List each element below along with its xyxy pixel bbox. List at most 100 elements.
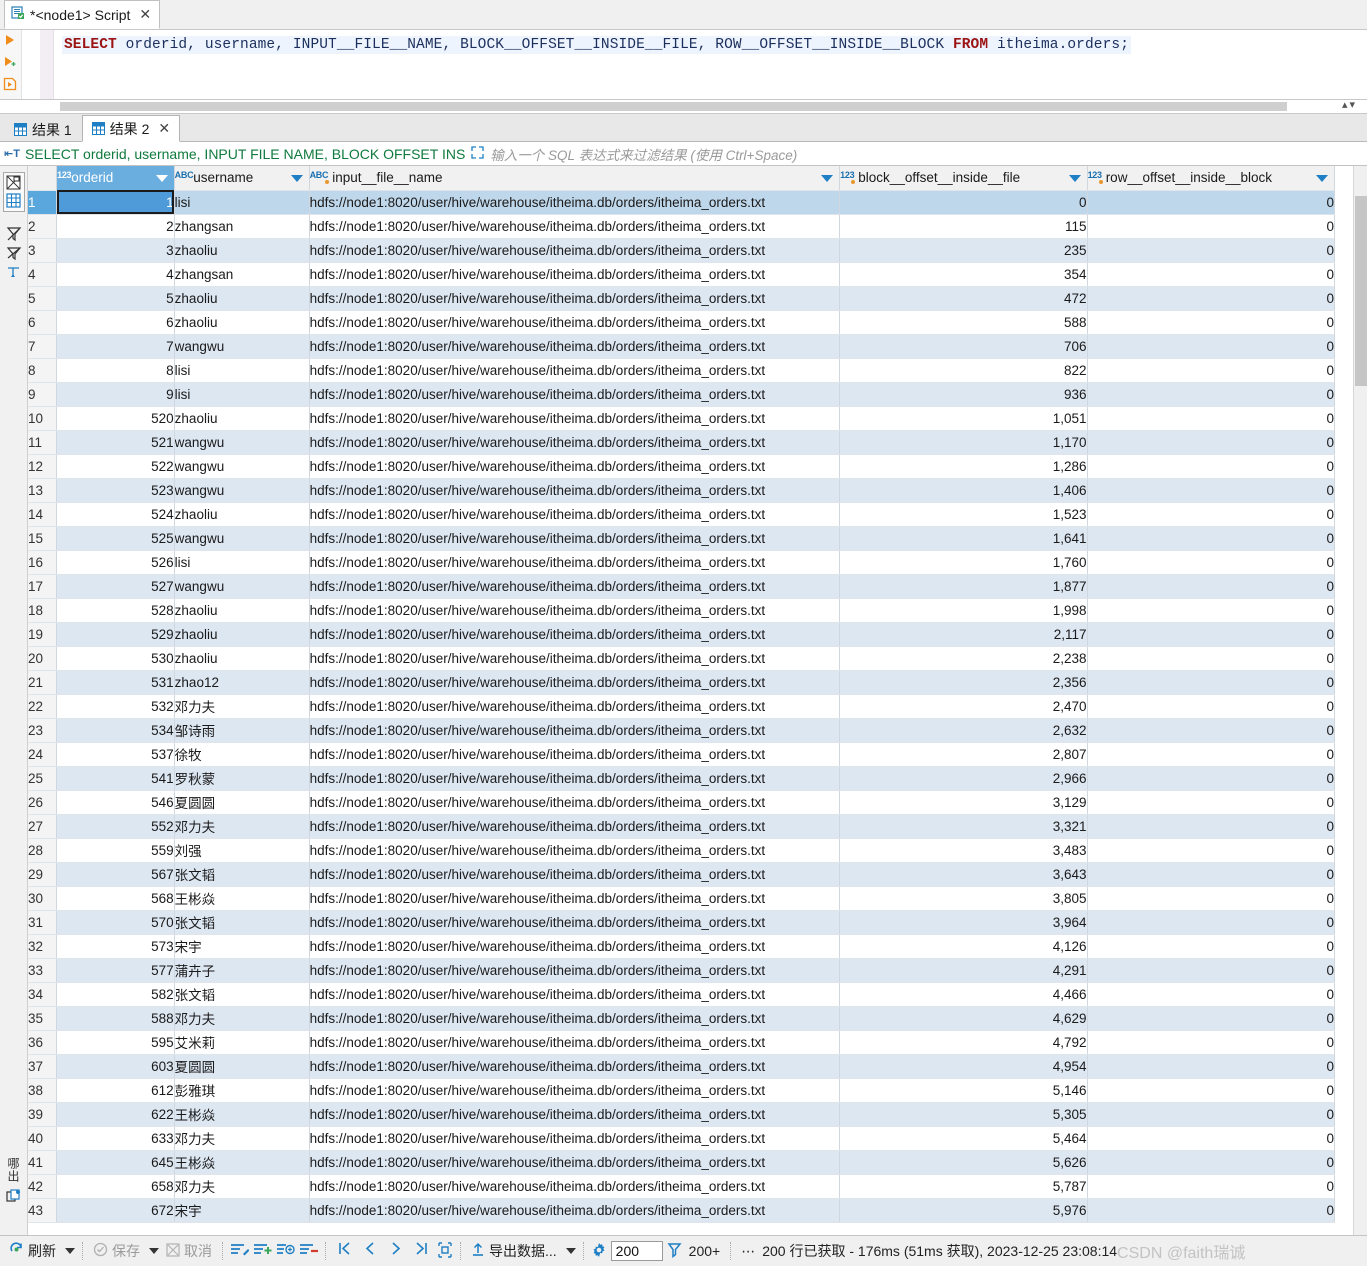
cell-input-file-name[interactable]: hdfs://node1:8020/user/hive/warehouse/it… [309,406,841,431]
cell-block-offset-inside-file[interactable]: 1,641 [839,526,1088,551]
cell-username[interactable]: zhaoliu [174,286,310,311]
cell-username[interactable]: lisi [174,550,310,575]
row-number-cell[interactable]: 11 [28,430,58,455]
cell-username[interactable]: zhaoliu [174,310,310,335]
row-number-cell[interactable]: 3 [28,238,58,263]
table-row[interactable]: 13 523 wangwu hdfs://node1:8020/user/hive/w… [28,478,1336,503]
cell-orderid[interactable]: 532 [56,694,175,719]
cell-block-offset-inside-file[interactable]: 1,286 [839,454,1088,479]
first-page-icon[interactable] [333,1241,356,1261]
cell-row-offset-inside-block[interactable]: 0 [1087,430,1336,455]
cell-block-offset-inside-file[interactable]: 588 [839,310,1088,335]
table-row[interactable]: 29 567 张文韬 hdfs://node1:8020/user/hive/ware… [28,862,1336,887]
cell-input-file-name[interactable]: hdfs://node1:8020/user/hive/warehouse/it… [309,1054,841,1079]
row-number-cell[interactable]: 5 [28,286,58,311]
cell-input-file-name[interactable]: hdfs://node1:8020/user/hive/warehouse/it… [309,238,841,263]
cell-input-file-name[interactable]: hdfs://node1:8020/user/hive/warehouse/it… [309,1126,841,1151]
chevron-down-icon[interactable] [155,175,168,182]
cell-username[interactable]: 罗秋蒙 [174,766,310,791]
cell-username[interactable]: 蒲卉子 [174,958,310,983]
table-row[interactable]: 12 522 wangwu hdfs://node1:8020/user/hive/w… [28,454,1336,479]
cell-input-file-name[interactable]: hdfs://node1:8020/user/hive/warehouse/it… [309,910,841,935]
row-number-cell[interactable]: 40 [28,1126,58,1151]
cell-orderid[interactable]: 7 [56,334,175,359]
last-page-icon[interactable] [410,1241,433,1261]
row-number-cell[interactable]: 2 [28,214,58,239]
cell-block-offset-inside-file[interactable]: 1,877 [839,574,1088,599]
table-row[interactable]: 42 658 邓力夫 hdfs://node1:8020/user/hive/ware… [28,1174,1336,1199]
row-number-cell[interactable]: 10 [28,406,58,431]
row-number-cell[interactable]: 19 [28,622,58,647]
cell-orderid[interactable]: 530 [56,646,175,671]
cell-input-file-name[interactable]: hdfs://node1:8020/user/hive/warehouse/it… [309,766,841,791]
cell-block-offset-inside-file[interactable]: 4,792 [839,1030,1088,1055]
cell-row-offset-inside-block[interactable]: 0 [1087,1150,1336,1175]
grid-vertical-scrollbar[interactable] [1353,166,1367,1235]
cell-input-file-name[interactable]: hdfs://node1:8020/user/hive/warehouse/it… [309,286,841,311]
row-number-cell[interactable]: 29 [28,862,58,887]
cell-input-file-name[interactable]: hdfs://node1:8020/user/hive/warehouse/it… [309,1198,841,1223]
cell-username[interactable]: 邓力夫 [174,814,310,839]
add-row-icon[interactable] [253,1242,272,1261]
expand-arrows-icon[interactable] [470,145,485,162]
cell-username[interactable]: 徐牧 [174,742,310,767]
cell-username[interactable]: lisi [174,190,310,215]
cell-orderid[interactable]: 534 [56,718,175,743]
row-number-cell[interactable]: 34 [28,982,58,1007]
cell-username[interactable]: wangwu [174,430,310,455]
cell-row-offset-inside-block[interactable]: 0 [1087,310,1336,335]
cell-row-offset-inside-block[interactable]: 0 [1087,502,1336,527]
row-number-cell[interactable]: 30 [28,886,58,911]
table-row[interactable]: 35 588 邓力夫 hdfs://node1:8020/user/hive/ware… [28,1006,1336,1031]
cell-orderid[interactable]: 559 [56,838,175,863]
grid-view-icon[interactable] [5,193,22,209]
table-row[interactable]: 16 526 lisi hdfs://node1:8020/user/hive/war… [28,550,1336,575]
cell-input-file-name[interactable]: hdfs://node1:8020/user/hive/warehouse/it… [309,310,841,335]
row-number-cell[interactable]: 23 [28,718,58,743]
cell-username[interactable]: zhao12 [174,670,310,695]
copy-icon[interactable] [5,1189,22,1205]
column-header-username[interactable]: ABCusername [174,166,310,191]
cell-input-file-name[interactable]: hdfs://node1:8020/user/hive/warehouse/it… [309,214,841,239]
cell-username[interactable]: 夏圆圆 [174,790,310,815]
table-row[interactable]: 11 521 wangwu hdfs://node1:8020/user/hive/w… [28,430,1336,455]
row-number-cell[interactable]: 39 [28,1102,58,1127]
row-number-cell[interactable]: 9 [28,382,58,407]
cell-input-file-name[interactable]: hdfs://node1:8020/user/hive/warehouse/it… [309,478,841,503]
cell-orderid[interactable]: 520 [56,406,175,431]
row-number-cell[interactable]: 28 [28,838,58,863]
cell-orderid[interactable]: 633 [56,1126,175,1151]
cell-orderid[interactable]: 595 [56,1030,175,1055]
column-header-row-offset-inside-block[interactable]: 123 row__offset__inside__block [1087,166,1336,191]
cell-row-offset-inside-block[interactable]: 0 [1087,238,1336,263]
table-row[interactable]: 33 577 蒲卉子 hdfs://node1:8020/user/hive/ware… [28,958,1336,983]
cell-input-file-name[interactable]: hdfs://node1:8020/user/hive/warehouse/it… [309,550,841,575]
refresh-button[interactable]: 刷新 [6,1241,59,1261]
cell-block-offset-inside-file[interactable]: 3,964 [839,910,1088,935]
row-number-cell[interactable]: 15 [28,526,58,551]
cell-username[interactable]: 邓力夫 [174,694,310,719]
cell-username[interactable]: zhaoliu [174,646,310,671]
cell-block-offset-inside-file[interactable]: 115 [839,214,1088,239]
row-number-cell[interactable]: 36 [28,1030,58,1055]
cell-username[interactable]: zhangsan [174,262,310,287]
cell-block-offset-inside-file[interactable]: 1,170 [839,430,1088,455]
cell-username[interactable]: 邓力夫 [174,1126,310,1151]
cell-row-offset-inside-block[interactable]: 0 [1087,958,1336,983]
cell-orderid[interactable]: 531 [56,670,175,695]
cell-input-file-name[interactable]: hdfs://node1:8020/user/hive/warehouse/it… [309,1078,841,1103]
cell-orderid[interactable]: 546 [56,790,175,815]
save-button[interactable]: 保存 [90,1241,143,1261]
cell-orderid[interactable]: 529 [56,622,175,647]
sql-code-area[interactable]: SELECT orderid, username, INPUT__FILE__N… [54,30,1367,99]
cell-block-offset-inside-file[interactable]: 1,406 [839,478,1088,503]
hscroll-thumb[interactable] [60,102,1287,111]
cell-input-file-name[interactable]: hdfs://node1:8020/user/hive/warehouse/it… [309,454,841,479]
table-row[interactable]: 14 524 zhaoliu hdfs://node1:8020/user/hive/… [28,502,1336,527]
cell-username[interactable]: 艾米莉 [174,1030,310,1055]
cell-block-offset-inside-file[interactable]: 822 [839,358,1088,383]
row-number-cell[interactable]: 6 [28,310,58,335]
cell-row-offset-inside-block[interactable]: 0 [1087,382,1336,407]
column-header-input-file-name[interactable]: ABC input__file__name [309,166,841,191]
cell-row-offset-inside-block[interactable]: 0 [1087,598,1336,623]
